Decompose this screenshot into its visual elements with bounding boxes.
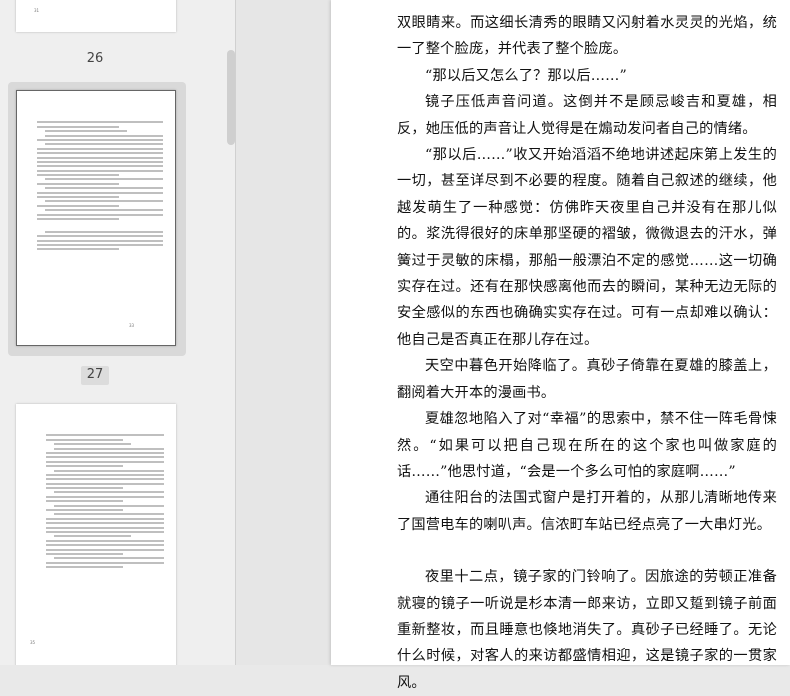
paragraph: 夏雄忽地陷入了对“幸福”的思索中，禁不住一阵毛骨悚然。“如果可以把自己现在所在的… bbox=[397, 411, 777, 480]
thumbnail-label-27: 27 bbox=[86, 367, 104, 382]
paragraph: 镜子压低声音问道。这倒并不是顾忌峻吉和夏雄，相反，她压低的声音让人觉得是在煽动发… bbox=[397, 94, 777, 137]
thumbnail-page-26[interactable]: 33 bbox=[16, 90, 176, 346]
thumbnail-label-26: 26 bbox=[86, 51, 104, 66]
paragraph: 天空中暮色开始降临了。真砂子倚靠在夏雄的膝盖上，翻阅着大开本的漫画书。 bbox=[397, 358, 777, 401]
paragraph: 双眼睛来。而这细长清秀的眼睛又闪射着水灵灵的光焰，统一了整个脸庞，并代表了整个脸… bbox=[397, 15, 777, 58]
pane-splitter[interactable] bbox=[235, 0, 331, 665]
thumbnail-page-25[interactable]: 31 bbox=[16, 0, 176, 32]
page-number: 35 bbox=[30, 640, 36, 645]
thumbnail-scrollbar[interactable] bbox=[227, 50, 235, 145]
paragraph: 通往阳台的法国式窗户是打开着的，从那儿清晰地传来了国营电车的喇叭声。信浓町车站已… bbox=[397, 490, 777, 533]
document-page: 双眼睛来。而这细长清秀的眼睛又闪射着水灵灵的光焰，统一了整个脸庞，并代表了整个脸… bbox=[331, 0, 790, 691]
page-number: 31 bbox=[34, 8, 40, 13]
page-text: 双眼睛来。而这细长清秀的眼睛又闪射着水灵灵的光焰，统一了整个脸庞，并代表了整个脸… bbox=[397, 10, 777, 696]
paragraph: 夜里十二点，镜子家的门铃响了。因旅途的劳顿正准备就寝的镜子一听说是杉本清一郎来访… bbox=[397, 569, 777, 691]
thumbnail-pane[interactable]: 31 26 33 27 35 bbox=[0, 0, 235, 665]
paragraph: “那以后……”收又开始滔滔不绝地讲述起床第上发生的一切，甚至详尽到不必要的程度。… bbox=[397, 147, 777, 348]
paragraph: “那以后又怎么了？那以后……” bbox=[425, 67, 627, 84]
page-number: 33 bbox=[129, 323, 135, 328]
thumbnail-page-27[interactable]: 35 bbox=[16, 404, 176, 665]
